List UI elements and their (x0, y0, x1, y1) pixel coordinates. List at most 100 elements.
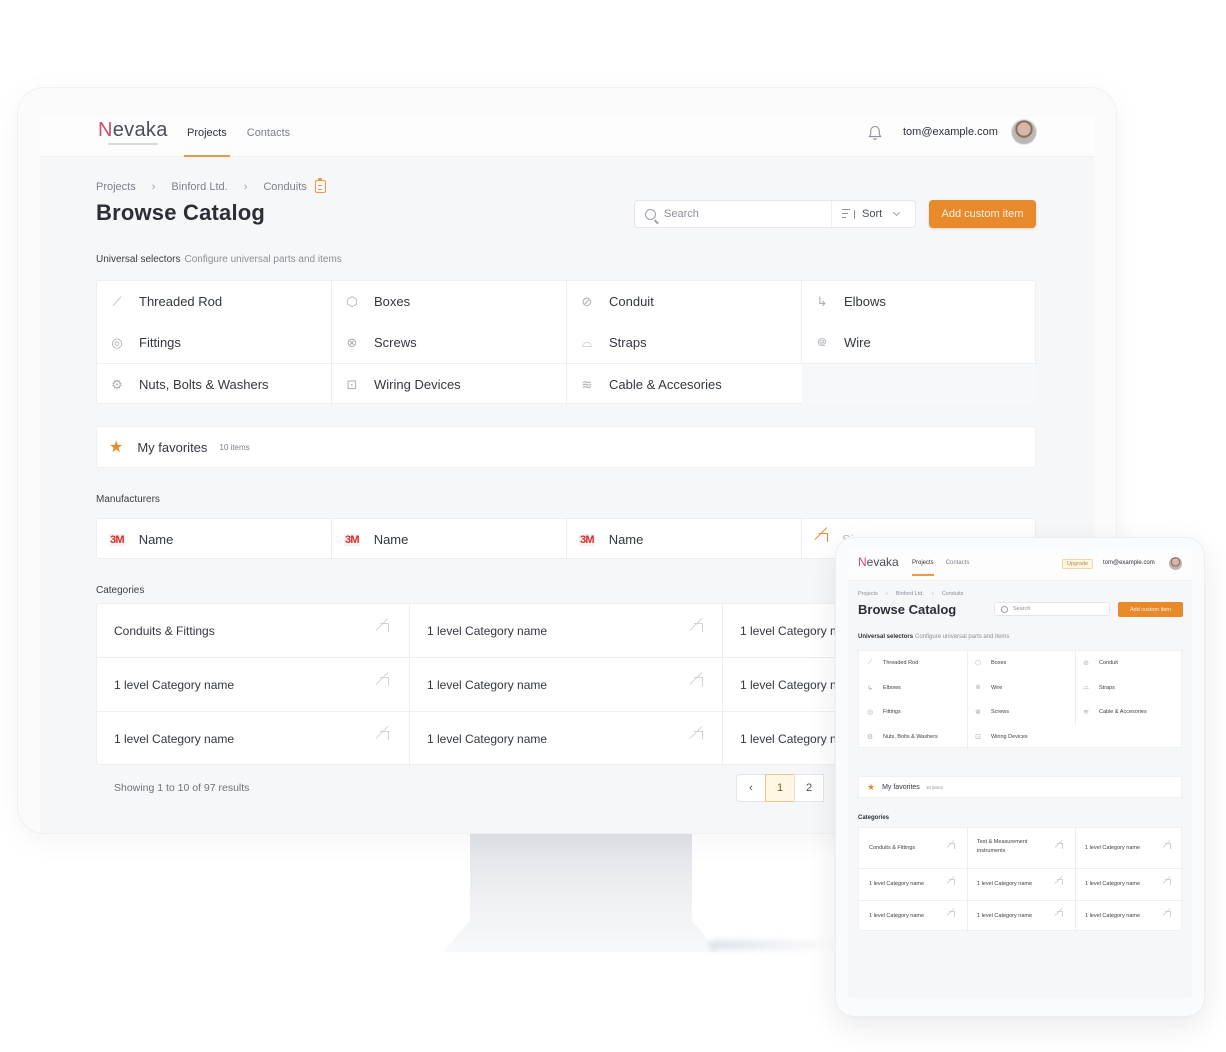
tablet-universal-heading: Universal selectors Configure universal p… (858, 634, 1010, 640)
tablet-selector-item[interactable]: ⟋ Threaded Rod (859, 651, 966, 675)
selector-conduit[interactable]: ⊘ Conduit (567, 281, 801, 322)
nav-projects[interactable]: Projects (184, 116, 230, 157)
tablet-categories-heading: Categories (858, 815, 890, 821)
tablet-category-item[interactable]: 1 level Category name (869, 880, 939, 889)
tablet-search-input[interactable]: Search (994, 602, 1110, 616)
fitting-icon: ◎ (866, 709, 874, 716)
breadcrumb-separator: › (243, 180, 248, 193)
user-email[interactable]: tom@example.com (903, 126, 998, 138)
arrow-up-right-icon (1055, 843, 1063, 851)
tablet-my-favorites[interactable]: ★ My favorites 10 items (858, 776, 1182, 798)
screw-icon: ⊗ (975, 709, 981, 716)
elbow-icon: ↳ (816, 293, 828, 309)
outlet-icon: ⊡ (346, 376, 358, 392)
star-icon: ★ (867, 781, 876, 792)
tablet-nav-projects[interactable]: Projects (912, 560, 934, 576)
universal-selectors-heading: Universal selectors Configure universal p… (96, 254, 342, 265)
category-label: 1 level Category name (114, 677, 235, 692)
my-favorites[interactable]: ★ My favorites 10 items (96, 426, 1036, 468)
manufacturer-item[interactable]: 3M Name (567, 519, 801, 560)
tablet-user-email[interactable]: tom@example.com (1103, 560, 1155, 566)
upgrade-badge[interactable]: Upgrade (1062, 559, 1094, 569)
search-input[interactable] (664, 208, 834, 220)
breadcrumb: Projects › Binford Ltd. › Conduits (96, 178, 326, 193)
selector-nuts-bolts-washers[interactable]: ⚙ Nuts, Bolts & Washers (97, 364, 331, 405)
category-label: 1 level Category name (114, 731, 235, 746)
selector-fittings[interactable]: ◎ Fittings (97, 322, 331, 363)
nav-contacts[interactable]: Contacts (244, 116, 293, 156)
manufacturer-item[interactable]: 3M Name (332, 519, 566, 560)
user-avatar[interactable] (1012, 120, 1036, 144)
main-nav: Projects Contacts (184, 116, 307, 157)
selector-threaded-rod[interactable]: ⟋ Threaded Rod (97, 281, 331, 322)
selector-wire[interactable]: ᪤ Wire (802, 322, 1036, 363)
category-item[interactable]: 1 level Category name (410, 712, 723, 765)
breadcrumb-conduits[interactable]: Conduits (263, 181, 306, 193)
category-item[interactable]: Conduits & Fittings (97, 604, 409, 657)
selector-straps[interactable]: ⌓ Straps (567, 322, 801, 363)
3m-logo: 3M (109, 533, 125, 546)
selector-elbows[interactable]: ↳ Elbows (802, 281, 1036, 322)
breadcrumb-binford[interactable]: Binford Ltd. (171, 181, 227, 193)
arrow-up-right-icon (947, 911, 955, 919)
page-2-button[interactable]: 2 (794, 774, 824, 802)
tablet-selector-item[interactable]: ⌓ Straps (1075, 676, 1182, 700)
category-item[interactable]: 1 level Category name (410, 658, 723, 711)
logo-tagline (108, 143, 158, 145)
tablet-logo[interactable]: Nevaka (858, 555, 899, 569)
tablet-selector-item[interactable]: ᪤ Wire (967, 676, 1074, 700)
tablet-avatar[interactable] (1169, 557, 1182, 570)
tablet-category-item[interactable]: 1 level Category name (1085, 880, 1155, 889)
tablet-selector-item[interactable]: ⊘ Conduit (1075, 651, 1182, 675)
tablet-selector-item[interactable]: ≋ Cable & Accesories (1075, 700, 1182, 724)
tablet-category-item[interactable]: Test & Measurement instruments (977, 838, 1047, 856)
categories-heading: Categories (96, 585, 145, 596)
page-1-button[interactable]: 1 (765, 774, 795, 802)
tablet-breadcrumb-conduits[interactable]: Conduits (942, 591, 964, 597)
tablet-breadcrumb-binford[interactable]: Binford Ltd. (896, 591, 924, 597)
tablet-add-custom-item-button[interactable]: Add custom item (1118, 602, 1183, 617)
tablet-category-item[interactable]: 1 level Category name (977, 912, 1047, 921)
tablet-category-item[interactable]: 1 level Category name (1085, 844, 1155, 853)
tablet-category-item[interactable]: Conduits & Fittings (869, 844, 939, 853)
tablet-selector-item[interactable]: ⚙ Nuts, Bolts & Washers (859, 725, 966, 749)
arrow-up-right-icon (1163, 911, 1171, 919)
sort-dropdown[interactable]: Sort (831, 201, 915, 227)
tablet-selector-item[interactable]: ⊗ Screws (967, 700, 1074, 724)
add-custom-item-button[interactable]: Add custom item (929, 200, 1036, 228)
arrow-up-right-icon (1163, 879, 1171, 887)
tablet-selector-item[interactable]: ◎ Fittings (859, 700, 966, 724)
selector-boxes[interactable]: ⬡ Boxes (332, 281, 566, 322)
selector-cable-accessories[interactable]: ≋ Cable & Accesories (567, 364, 801, 405)
3m-logo: 3M (579, 533, 595, 546)
tablet-selector-item[interactable]: ⬡ Boxes (967, 651, 1074, 675)
category-item[interactable]: 1 level Category name (97, 658, 409, 711)
nuts-bolts-icon: ⚙ (111, 376, 123, 392)
tablet-categories-grid: Conduits & Fittings Test & Measurement in… (858, 827, 1183, 932)
tablet-category-item[interactable]: 1 level Category name (1085, 912, 1155, 921)
bell-icon[interactable] (866, 124, 884, 142)
tablet-breadcrumb-projects[interactable]: Projects (858, 591, 878, 597)
category-item[interactable]: 1 level Category name (97, 712, 409, 765)
box-icon: ⬡ (974, 660, 982, 667)
tablet-selector-item[interactable]: ⊡ Wiring Devices (967, 725, 1074, 749)
empty-cell (802, 364, 1036, 404)
tablet-selector-item[interactable]: ↳ Elbows (859, 676, 966, 700)
favorites-count: 10 items (219, 442, 250, 452)
arrow-up-right-icon (947, 843, 955, 851)
nuts-bolts-icon: ⚙ (866, 733, 874, 741)
top-navbar: Nevaka Projects Contacts tom@example.com (40, 116, 1094, 157)
selector-wiring-devices[interactable]: ⊡ Wiring Devices (332, 364, 566, 405)
category-item[interactable]: 1 level Category name (410, 604, 723, 657)
manufacturer-item[interactable]: 3M Name (97, 519, 331, 560)
selector-screws[interactable]: ⊗ Screws (332, 322, 566, 363)
clipboard-icon[interactable] (314, 178, 326, 193)
chevron-down-icon (893, 208, 901, 217)
prev-page-button[interactable]: ‹ (736, 774, 766, 802)
threaded-rod-icon: ⟋ (867, 659, 873, 666)
tablet-category-item[interactable]: 1 level Category name (977, 880, 1047, 889)
tablet-category-item[interactable]: 1 level Category name (869, 912, 939, 921)
tablet-nav-contacts[interactable]: Contacts (946, 560, 970, 566)
breadcrumb-projects[interactable]: Projects (96, 181, 136, 193)
nevaka-logo[interactable]: Nevaka (98, 119, 168, 145)
